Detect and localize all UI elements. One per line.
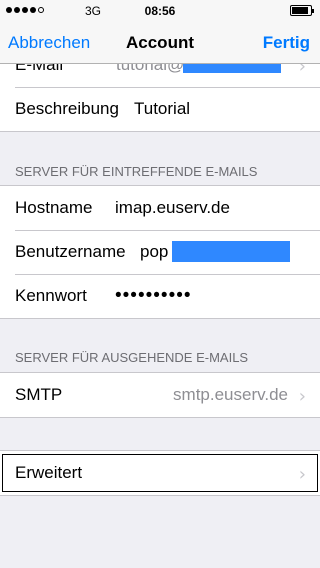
chevron-right-icon: › — [298, 386, 306, 407]
status-bar: 3G 08:56 — [0, 0, 320, 22]
chevron-right-icon: › — [298, 464, 306, 485]
password-value: •••••••••• — [115, 285, 192, 306]
password-row[interactable]: Kennwort •••••••••• — [0, 274, 320, 318]
password-label: Kennwort — [15, 286, 87, 305]
username-row[interactable]: Benutzername pop — [0, 230, 320, 274]
description-row[interactable]: Beschreibung Tutorial — [0, 87, 320, 131]
username-label: Benutzername — [15, 242, 126, 261]
advanced-row[interactable]: Erweitert › — [0, 451, 320, 495]
username-value: pop — [140, 242, 169, 261]
outgoing-server-group: SMTP smtp.euserv.de › — [0, 372, 320, 418]
hostname-label: Hostname — [15, 198, 93, 217]
clock: 08:56 — [144, 4, 176, 18]
redacted-username — [172, 241, 290, 262]
advanced-group: Erweitert › — [0, 450, 320, 496]
smtp-row[interactable]: SMTP smtp.euserv.de › — [0, 373, 320, 417]
incoming-server-group: Hostname imap.euserv.de Benutzername pop… — [0, 185, 320, 319]
outgoing-server-header: SERVER FÜR AUSGEHENDE E-MAILS — [15, 350, 249, 365]
battery-icon — [290, 5, 314, 16]
smtp-label: SMTP — [15, 385, 63, 404]
description-value: Tutorial — [134, 99, 191, 118]
smtp-value: smtp.euserv.de — [173, 385, 288, 404]
cancel-button[interactable]: Abbrechen — [8, 33, 90, 53]
hostname-row[interactable]: Hostname imap.euserv.de — [0, 186, 320, 230]
hostname-value: imap.euserv.de — [115, 198, 230, 217]
description-label: Beschreibung — [15, 99, 119, 118]
done-button[interactable]: Fertig — [263, 33, 310, 53]
incoming-server-header: SERVER FÜR EINTREFFENDE E-MAILS — [15, 164, 258, 179]
navigation-bar: Abbrechen Account Fertig — [0, 22, 320, 64]
advanced-label: Erweitert — [15, 463, 83, 482]
battery-level — [292, 7, 309, 14]
